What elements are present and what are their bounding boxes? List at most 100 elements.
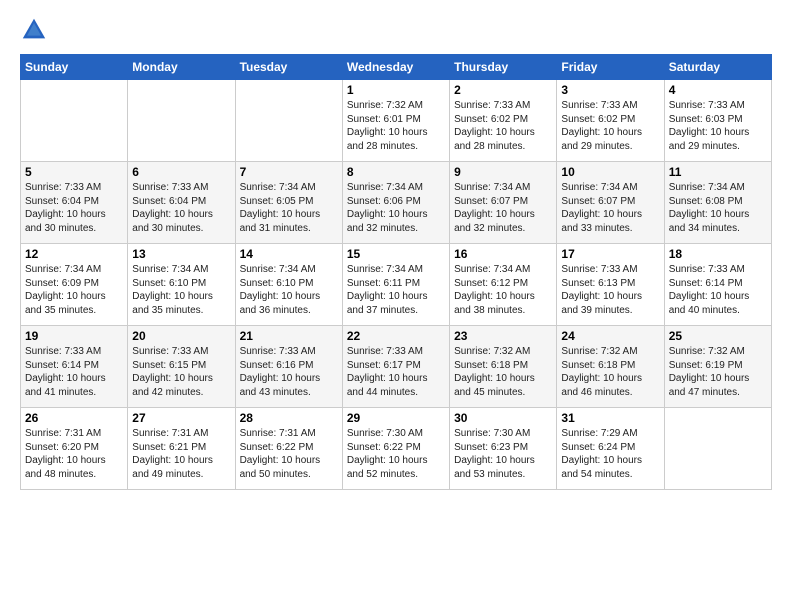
day-info: Sunrise: 7:34 AM Sunset: 6:10 PM Dayligh… — [240, 263, 338, 317]
day-number: 31 — [561, 411, 659, 425]
day-info: Sunrise: 7:31 AM Sunset: 6:22 PM Dayligh… — [240, 427, 338, 481]
day-number: 15 — [347, 247, 445, 261]
day-cell-27: 27 Sunrise: 7:31 AM Sunset: 6:21 PM Dayli… — [128, 408, 235, 490]
day-info: Sunrise: 7:34 AM Sunset: 6:08 PM Dayligh… — [669, 181, 767, 235]
weekday-header-thursday: Thursday — [450, 55, 557, 80]
weekday-header-monday: Monday — [128, 55, 235, 80]
day-cell-18: 18Sunrise: 7:33 AM Sunset: 6:14 PM Dayli… — [664, 244, 771, 326]
day-cell-23: 23 Sunrise: 7:32 AM Sunset: 6:18 PM Dayli… — [450, 326, 557, 408]
day-info: Sunrise: 7:34 AM Sunset: 6:07 PM Dayligh… — [454, 181, 552, 235]
day-cell-4: 4Sunrise: 7:33 AM Sunset: 6:03 PM Daylig… — [664, 80, 771, 162]
day-info: Sunrise: 7:34 AM Sunset: 6:10 PM Dayligh… — [132, 263, 230, 317]
logo — [20, 16, 52, 44]
day-cell-12: 12 Sunrise: 7:34 AM Sunset: 6:09 PM Dayli… — [21, 244, 128, 326]
day-info: Sunrise: 7:34 AM Sunset: 6:12 PM Dayligh… — [454, 263, 552, 317]
week-row-5: 26 Sunrise: 7:31 AM Sunset: 6:20 PM Dayli… — [21, 408, 772, 490]
day-info: Sunrise: 7:33 AM Sunset: 6:04 PM Dayligh… — [25, 181, 123, 235]
day-cell-10: 10 Sunrise: 7:34 AM Sunset: 6:07 PM Dayli… — [557, 162, 664, 244]
day-number: 20 — [132, 329, 230, 343]
day-cell-26: 26 Sunrise: 7:31 AM Sunset: 6:20 PM Dayli… — [21, 408, 128, 490]
day-cell-1: 1 Sunrise: 7:32 AM Sunset: 6:01 PM Daylig… — [342, 80, 449, 162]
empty-cell — [235, 80, 342, 162]
day-info: Sunrise: 7:34 AM Sunset: 6:11 PM Dayligh… — [347, 263, 445, 317]
day-number: 23 — [454, 329, 552, 343]
empty-cell — [128, 80, 235, 162]
day-number: 2 — [454, 83, 552, 97]
day-info: Sunrise: 7:32 AM Sunset: 6:19 PM Dayligh… — [669, 345, 767, 399]
day-info: Sunrise: 7:33 AM Sunset: 6:17 PM Dayligh… — [347, 345, 445, 399]
day-info: Sunrise: 7:33 AM Sunset: 6:14 PM Dayligh… — [669, 263, 767, 317]
day-cell-3: 3 Sunrise: 7:33 AM Sunset: 6:02 PM Daylig… — [557, 80, 664, 162]
day-cell-21: 21Sunrise: 7:33 AM Sunset: 6:16 PM Dayli… — [235, 326, 342, 408]
day-number: 24 — [561, 329, 659, 343]
day-info: Sunrise: 7:33 AM Sunset: 6:02 PM Dayligh… — [561, 99, 659, 153]
day-cell-17: 17Sunrise: 7:33 AM Sunset: 6:13 PM Dayli… — [557, 244, 664, 326]
day-number: 13 — [132, 247, 230, 261]
empty-cell — [664, 408, 771, 490]
day-cell-25: 25 Sunrise: 7:32 AM Sunset: 6:19 PM Dayli… — [664, 326, 771, 408]
day-info: Sunrise: 7:30 AM Sunset: 6:23 PM Dayligh… — [454, 427, 552, 481]
weekday-header-friday: Friday — [557, 55, 664, 80]
week-row-4: 19 Sunrise: 7:33 AM Sunset: 6:14 PM Dayli… — [21, 326, 772, 408]
day-cell-28: 28Sunrise: 7:31 AM Sunset: 6:22 PM Dayli… — [235, 408, 342, 490]
day-number: 17 — [561, 247, 659, 261]
day-info: Sunrise: 7:31 AM Sunset: 6:20 PM Dayligh… — [25, 427, 123, 481]
day-info: Sunrise: 7:34 AM Sunset: 6:05 PM Dayligh… — [240, 181, 338, 235]
day-number: 6 — [132, 165, 230, 179]
day-number: 3 — [561, 83, 659, 97]
day-number: 26 — [25, 411, 123, 425]
day-info: Sunrise: 7:32 AM Sunset: 6:01 PM Dayligh… — [347, 99, 445, 153]
day-info: Sunrise: 7:34 AM Sunset: 6:09 PM Dayligh… — [25, 263, 123, 317]
day-cell-6: 6 Sunrise: 7:33 AM Sunset: 6:04 PM Daylig… — [128, 162, 235, 244]
day-number: 12 — [25, 247, 123, 261]
day-cell-5: 5 Sunrise: 7:33 AM Sunset: 6:04 PM Daylig… — [21, 162, 128, 244]
day-info: Sunrise: 7:33 AM Sunset: 6:15 PM Dayligh… — [132, 345, 230, 399]
day-cell-2: 2 Sunrise: 7:33 AM Sunset: 6:02 PM Daylig… — [450, 80, 557, 162]
day-number: 5 — [25, 165, 123, 179]
empty-cell — [21, 80, 128, 162]
day-cell-24: 24 Sunrise: 7:32 AM Sunset: 6:18 PM Dayli… — [557, 326, 664, 408]
weekday-header-saturday: Saturday — [664, 55, 771, 80]
day-number: 22 — [347, 329, 445, 343]
day-number: 27 — [132, 411, 230, 425]
page: SundayMondayTuesdayWednesdayThursdayFrid… — [0, 0, 792, 612]
day-cell-9: 9Sunrise: 7:34 AM Sunset: 6:07 PM Daylig… — [450, 162, 557, 244]
day-info: Sunrise: 7:31 AM Sunset: 6:21 PM Dayligh… — [132, 427, 230, 481]
header — [20, 16, 772, 44]
day-number: 30 — [454, 411, 552, 425]
day-info: Sunrise: 7:33 AM Sunset: 6:04 PM Dayligh… — [132, 181, 230, 235]
day-cell-30: 30 Sunrise: 7:30 AM Sunset: 6:23 PM Dayli… — [450, 408, 557, 490]
week-row-1: 1 Sunrise: 7:32 AM Sunset: 6:01 PM Daylig… — [21, 80, 772, 162]
day-number: 25 — [669, 329, 767, 343]
day-cell-16: 16 Sunrise: 7:34 AM Sunset: 6:12 PM Dayli… — [450, 244, 557, 326]
weekday-header-sunday: Sunday — [21, 55, 128, 80]
day-info: Sunrise: 7:32 AM Sunset: 6:18 PM Dayligh… — [454, 345, 552, 399]
day-cell-15: 15 Sunrise: 7:34 AM Sunset: 6:11 PM Dayli… — [342, 244, 449, 326]
weekday-header-row: SundayMondayTuesdayWednesdayThursdayFrid… — [21, 55, 772, 80]
day-info: Sunrise: 7:33 AM Sunset: 6:02 PM Dayligh… — [454, 99, 552, 153]
day-info: Sunrise: 7:34 AM Sunset: 6:06 PM Dayligh… — [347, 181, 445, 235]
day-cell-13: 13 Sunrise: 7:34 AM Sunset: 6:10 PM Dayli… — [128, 244, 235, 326]
week-row-3: 12 Sunrise: 7:34 AM Sunset: 6:09 PM Dayli… — [21, 244, 772, 326]
day-cell-7: 7 Sunrise: 7:34 AM Sunset: 6:05 PM Daylig… — [235, 162, 342, 244]
day-info: Sunrise: 7:33 AM Sunset: 6:16 PM Dayligh… — [240, 345, 338, 399]
logo-icon — [20, 16, 48, 44]
day-info: Sunrise: 7:32 AM Sunset: 6:18 PM Dayligh… — [561, 345, 659, 399]
calendar-table: SundayMondayTuesdayWednesdayThursdayFrid… — [20, 54, 772, 490]
day-info: Sunrise: 7:34 AM Sunset: 6:07 PM Dayligh… — [561, 181, 659, 235]
day-number: 11 — [669, 165, 767, 179]
day-number: 16 — [454, 247, 552, 261]
day-cell-11: 11 Sunrise: 7:34 AM Sunset: 6:08 PM Dayli… — [664, 162, 771, 244]
day-number: 1 — [347, 83, 445, 97]
day-number: 19 — [25, 329, 123, 343]
day-number: 29 — [347, 411, 445, 425]
weekday-header-wednesday: Wednesday — [342, 55, 449, 80]
day-cell-20: 20 Sunrise: 7:33 AM Sunset: 6:15 PM Dayli… — [128, 326, 235, 408]
day-cell-19: 19 Sunrise: 7:33 AM Sunset: 6:14 PM Dayli… — [21, 326, 128, 408]
day-info: Sunrise: 7:29 AM Sunset: 6:24 PM Dayligh… — [561, 427, 659, 481]
day-number: 8 — [347, 165, 445, 179]
day-number: 10 — [561, 165, 659, 179]
week-row-2: 5 Sunrise: 7:33 AM Sunset: 6:04 PM Daylig… — [21, 162, 772, 244]
day-number: 7 — [240, 165, 338, 179]
day-info: Sunrise: 7:33 AM Sunset: 6:14 PM Dayligh… — [25, 345, 123, 399]
